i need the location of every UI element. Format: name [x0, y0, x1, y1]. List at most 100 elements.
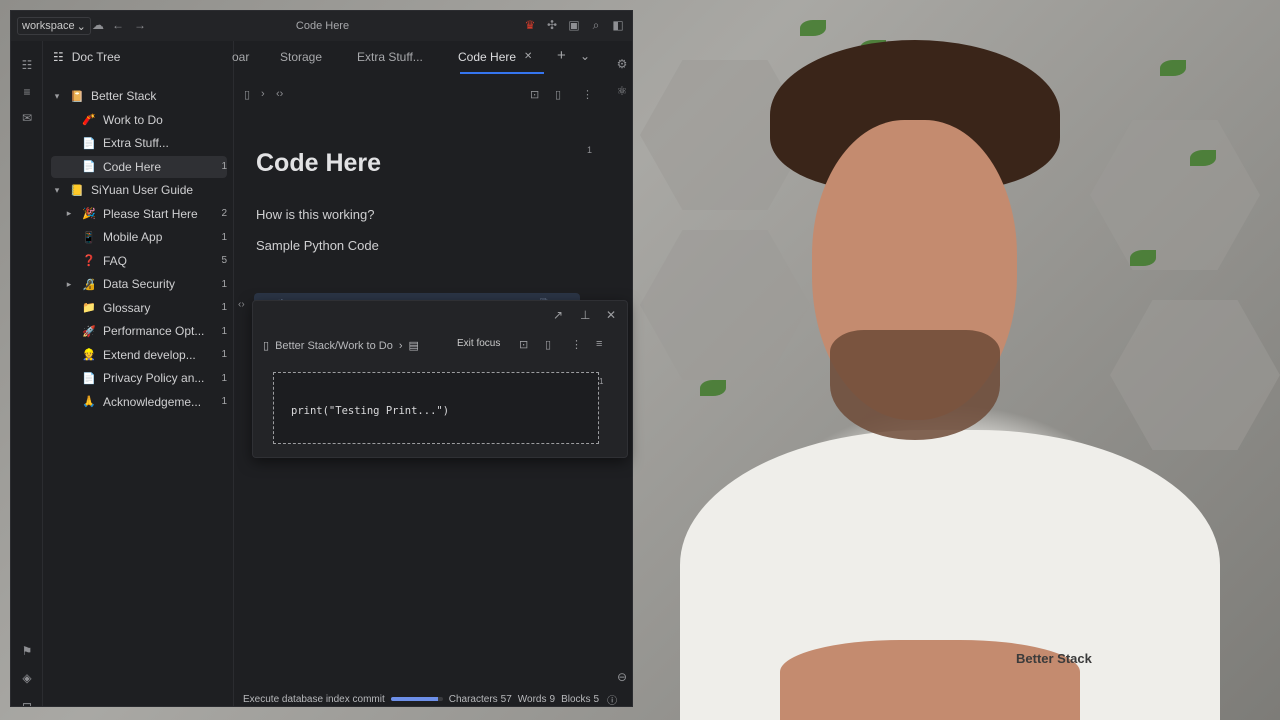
chevron-right-icon: ›	[261, 88, 265, 100]
doc-icon[interactable]: ▯	[263, 339, 269, 352]
code-block-icon[interactable]: ▤	[409, 339, 419, 352]
page-icon[interactable]: ▯	[545, 338, 551, 351]
tab-code-here[interactable]: Code Here	[458, 50, 516, 64]
chevron-right-icon: ›	[398, 339, 403, 352]
outline-icon[interactable]: ≡	[20, 85, 34, 99]
paragraph-1[interactable]: How is this working?	[256, 207, 375, 222]
expand-arrow-icon[interactable]: ▸	[63, 208, 75, 219]
tab-extra-stuff[interactable]: Extra Stuff...	[357, 50, 423, 64]
doc-tree-icon: ☷	[53, 50, 64, 64]
wall-panel	[1090, 120, 1260, 270]
doc-emoji-icon: 👷	[82, 349, 96, 361]
wall-panel	[1110, 300, 1280, 450]
inbox-icon[interactable]: ✉	[20, 111, 34, 125]
tree-item[interactable]: 🚀 Performance Opt... 1	[51, 320, 227, 342]
help-icon[interactable]: ⓘ	[607, 692, 617, 707]
tree-item[interactable]: 📁 Glossary 1	[51, 297, 227, 319]
tree-item-label: Extend develop...	[103, 347, 196, 362]
tree-item[interactable]: ▸ 🔏 Data Security 1	[51, 273, 227, 295]
graph-icon[interactable]: ⚙	[615, 57, 629, 71]
tree-item-label: Better Stack	[91, 89, 157, 103]
close-icon[interactable]: ✕	[606, 308, 616, 322]
tree-item-count: 1	[221, 231, 227, 243]
global-graph-icon[interactable]: ⚛	[615, 84, 629, 98]
person-beard	[830, 330, 1000, 440]
plugin-icon[interactable]: ✣	[545, 18, 559, 32]
terminal-icon[interactable]: ▣	[567, 18, 581, 32]
doc-emoji-icon: 📒	[70, 184, 84, 197]
tab-storage[interactable]: Storage	[280, 50, 322, 64]
doc-emoji-icon: 🔏	[82, 278, 96, 291]
tree-item-label: Performance Opt...	[103, 324, 205, 338]
doc-icon[interactable]: ▯	[244, 88, 250, 101]
tree-item-label: Work to Do	[103, 112, 163, 127]
tree-item-count: 1	[221, 325, 227, 337]
tree-item[interactable]: ▾ 📔 Better Stack	[51, 85, 227, 107]
lock-icon[interactable]: ⊡	[530, 88, 539, 101]
more-icon[interactable]: ⋮	[571, 338, 582, 351]
doc-emoji-icon: 📄	[82, 161, 96, 173]
doc-emoji-icon: 📄	[82, 372, 96, 385]
tree-item[interactable]: ❓ FAQ 5	[51, 250, 227, 272]
search-icon[interactable]: ⌕	[589, 18, 603, 32]
tab-list-chevron-icon[interactable]: ⌄	[580, 49, 590, 63]
more-icon[interactable]: ⋮	[582, 88, 593, 101]
plant-leaf	[1190, 150, 1216, 166]
bookmark-icon[interactable]: ⚑	[20, 644, 34, 658]
tree-item[interactable]: 📄 Code Here 1	[51, 155, 227, 178]
tree-item-label: Code Here	[103, 159, 162, 174]
paragraph-2[interactable]: Sample Python Code	[256, 238, 379, 253]
expand-arrow-icon[interactable]: ▾	[51, 185, 63, 196]
block-ref-count: 1	[599, 377, 604, 386]
title-bar: workspace ⌄ ☁ ← → Code Here ♛ ✣ ▣ ⌕ ◧	[11, 11, 632, 41]
page-icon[interactable]: ▯	[555, 88, 561, 101]
tree-item[interactable]: 📄 Privacy Policy an... 1	[51, 367, 227, 389]
panel-toggle-icon[interactable]: ⊡	[20, 700, 34, 706]
lock-icon[interactable]: ⊡	[519, 338, 528, 351]
exit-focus-button[interactable]: Exit focus	[457, 338, 500, 349]
popup-breadcrumb-path[interactable]: Better Stack/Work to Do	[275, 340, 393, 352]
align-icon[interactable]: ≡	[596, 338, 602, 350]
close-tab-icon[interactable]: ✕	[524, 51, 532, 62]
page-title[interactable]: Code Here	[256, 149, 381, 178]
tree-item-label: SiYuan User Guide	[91, 183, 194, 197]
tab-oar[interactable]: oar	[232, 50, 249, 64]
code-line[interactable]: print("Testing Print...")	[291, 405, 449, 417]
task-progress-bar	[390, 697, 443, 701]
doc-emoji-icon: 📱	[82, 231, 96, 244]
tree-item-label: Extra Stuff...	[103, 136, 169, 150]
tree-item[interactable]: ▾ 📒 SiYuan User Guide	[51, 179, 227, 201]
crown-icon[interactable]: ♛	[523, 18, 537, 32]
doc-emoji-icon: 🚀	[82, 325, 96, 338]
tree-item[interactable]: 👷 Extend develop... 1	[51, 344, 227, 366]
pin-icon[interactable]: ⊥	[580, 308, 590, 322]
new-tab-icon[interactable]: +	[557, 47, 566, 64]
code-block-icon[interactable]: ‹›	[238, 299, 245, 310]
code-icon[interactable]: ‹›	[276, 88, 283, 100]
characters-count: 57	[500, 693, 512, 705]
tree-item[interactable]: 📄 Extra Stuff...	[51, 132, 227, 154]
expand-arrow-icon[interactable]: ▸	[63, 279, 75, 290]
tree-item[interactable]: 🙏 Acknowledgeme... 1	[51, 391, 227, 413]
backlink-icon[interactable]: ⊖	[615, 670, 629, 684]
words-count: 9	[549, 693, 556, 705]
tag-icon[interactable]: ◈	[20, 671, 34, 685]
code-editor[interactable]: print("Testing Print...")	[273, 372, 599, 444]
doc-tree-panel: ☷ Doc Tree ▾ 📔 Better Stack 🧨 Work to Do 📄 Ext…	[43, 41, 233, 706]
tree-item-label: FAQ	[103, 253, 128, 268]
tree-item-count: 5	[221, 255, 227, 266]
expand-arrow-icon[interactable]: ▾	[51, 91, 63, 102]
shirt-print: Better Stack	[1016, 651, 1092, 666]
sidebar-toggle-icon[interactable]: ◧	[611, 18, 625, 32]
tree-item[interactable]: 🧨 Work to Do	[51, 109, 227, 131]
tree-item-count: 1	[221, 349, 227, 360]
status-bar: Execute database index commit Characters…	[243, 690, 632, 707]
plant-leaf	[700, 380, 726, 396]
left-dock: ☷ ≡ ✉ ⚑ ◈ ⊡	[11, 41, 43, 706]
open-external-icon[interactable]: ↗	[553, 308, 563, 322]
file-tree-icon[interactable]: ☷	[20, 58, 34, 72]
tree-item[interactable]: 📱 Mobile App 1	[51, 226, 227, 248]
tree-item[interactable]: ▸ 🎉 Please Start Here 2	[51, 203, 227, 225]
tree-item-label: Mobile App	[103, 230, 163, 244]
block-preview-popup: ↗ ⊥ ✕ ▯ Better Stack/Work to Do › ▤ Exit…	[252, 300, 628, 458]
